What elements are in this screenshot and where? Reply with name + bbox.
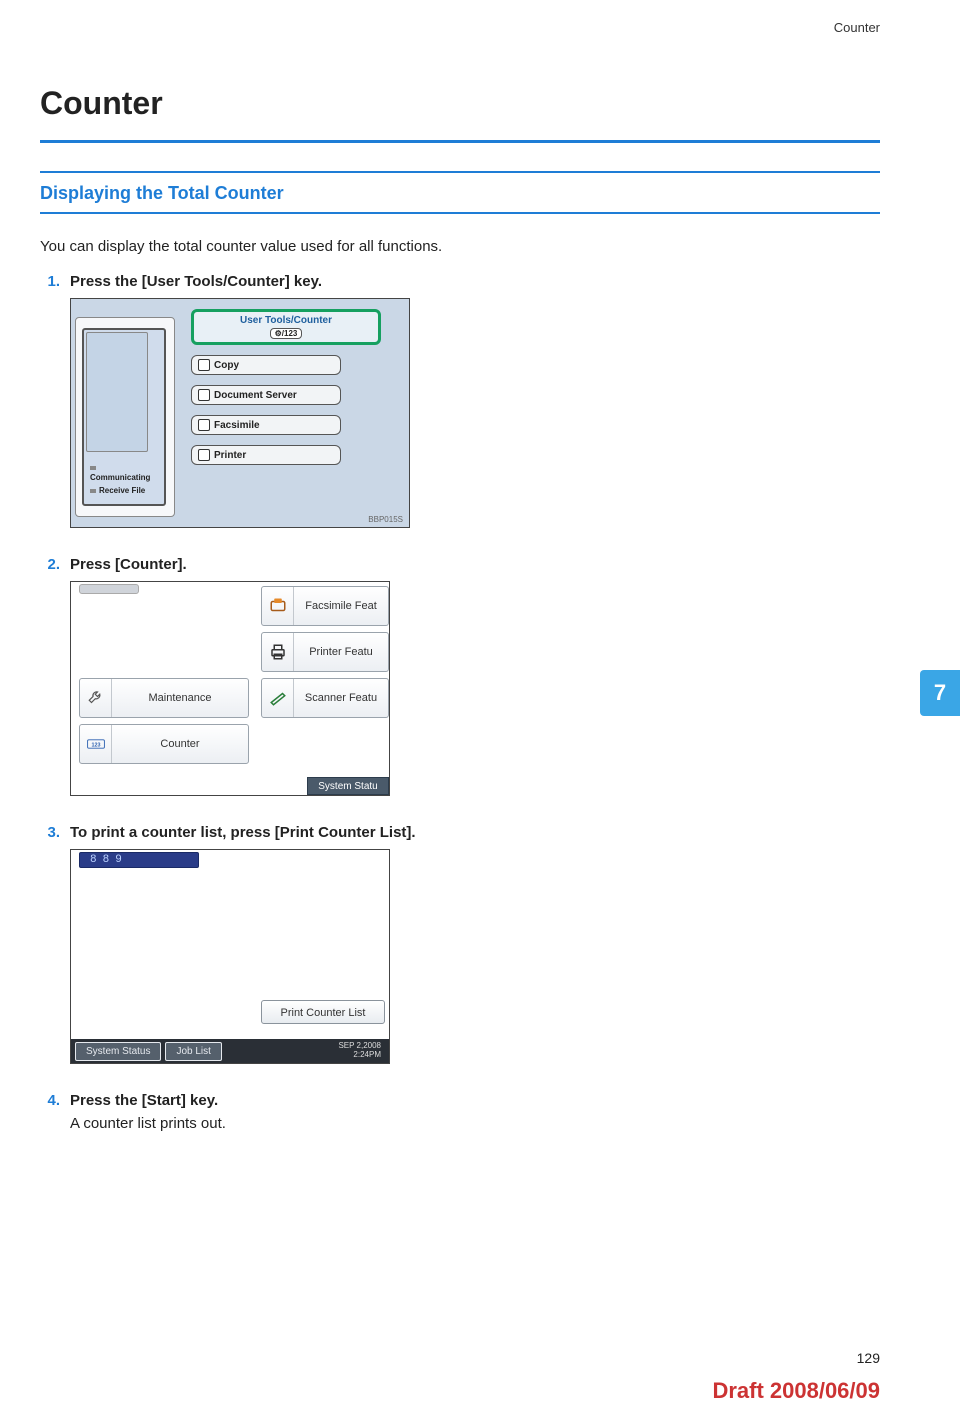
status-communicating-label: Communicating <box>90 473 150 482</box>
step-text: Press [Counter]. <box>70 556 187 573</box>
step-text: Press the [User Tools/Counter] key. <box>70 273 322 290</box>
facsimile-icon <box>262 587 294 625</box>
printer-icon <box>262 633 294 671</box>
printer-label: Printer <box>214 450 246 461</box>
system-status-bar[interactable]: System Statu <box>307 777 389 795</box>
facsimile-features-button[interactable]: Facsimile Feat <box>261 586 389 626</box>
facsimile-icon <box>198 419 210 431</box>
printer-features-button[interactable]: Printer Featu <box>261 632 389 672</box>
document-server-key[interactable]: Document Server <box>191 385 341 405</box>
section-rule-top <box>40 171 880 173</box>
page-number: 129 <box>857 1350 880 1366</box>
intro-text: You can display the total counter value … <box>40 238 880 255</box>
facsimile-label: Facsimile <box>214 420 260 431</box>
device-bezel: Communicating Receive File <box>75 317 175 517</box>
print-counter-list-button[interactable]: Print Counter List <box>261 1000 385 1024</box>
step-number: 1. <box>40 273 60 290</box>
copy-key[interactable]: Copy <box>191 355 341 375</box>
step-number: 3. <box>40 824 60 841</box>
chapter-tab: 7 <box>920 670 960 716</box>
copy-label: Copy <box>214 360 239 371</box>
counter-value: 889 <box>80 854 128 866</box>
document-server-label: Document Server <box>214 390 297 401</box>
step-subtext: A counter list prints out. <box>70 1115 880 1132</box>
status-receive-file: Receive File <box>90 486 156 496</box>
step-number: 4. <box>40 1092 60 1109</box>
status-receive-file-label: Receive File <box>99 486 145 495</box>
maintenance-label: Maintenance <box>112 692 248 704</box>
svg-text:123: 123 <box>91 742 100 748</box>
figure-print-counter: 889 Print Counter List System Status Job… <box>70 849 390 1064</box>
clock-date: SEP 2,2008 <box>338 1041 381 1050</box>
printer-icon <box>198 449 210 461</box>
scanner-features-button[interactable]: Scanner Featu <box>261 678 389 718</box>
page-title: Counter <box>40 85 880 122</box>
facsimile-key[interactable]: Facsimile <box>191 415 341 435</box>
step-text: To print a counter list, press [Print Co… <box>70 824 416 841</box>
system-status-tab[interactable]: System Status <box>75 1042 161 1061</box>
user-tools-counter-key[interactable]: User Tools/Counter ⚙/123 <box>191 309 381 345</box>
copy-icon <box>198 359 210 371</box>
wrench-icon <box>80 679 112 717</box>
figure-reference: BBP015S <box>368 515 403 524</box>
counter-button[interactable]: 123 Counter <box>79 724 249 764</box>
title-rule <box>40 140 880 143</box>
clock-display: SEP 2,2008 2:24PM <box>338 1042 381 1060</box>
bottom-bar: System Status Job List SEP 2,2008 2:24PM <box>71 1039 389 1063</box>
scanner-icon <box>262 679 294 717</box>
printer-key[interactable]: Printer <box>191 445 341 465</box>
maintenance-button[interactable]: Maintenance <box>79 678 249 718</box>
figure-control-panel: Communicating Receive File User Tools/Co… <box>70 298 410 528</box>
printer-features-label: Printer Featu <box>294 646 388 658</box>
section-heading: Displaying the Total Counter <box>40 183 880 204</box>
document-server-icon <box>198 389 210 401</box>
draft-stamp: Draft 2008/06/09 <box>712 1378 880 1404</box>
counter-display: 889 <box>79 852 199 868</box>
gear-counter-icon: ⚙/123 <box>270 328 303 339</box>
section-rule-bottom <box>40 212 880 214</box>
clock-time: 2:24PM <box>353 1050 381 1059</box>
counter-icon: 123 <box>80 725 112 763</box>
running-header: Counter <box>40 20 880 35</box>
step-text: Press the [Start] key. <box>70 1092 218 1109</box>
step-number: 2. <box>40 556 60 573</box>
job-list-tab[interactable]: Job List <box>165 1042 221 1061</box>
facsimile-features-label: Facsimile Feat <box>294 600 388 612</box>
user-tools-counter-label: User Tools/Counter <box>240 315 332 326</box>
figure-touch-menu: Facsimile Feat Printer Featu Scanner Fea… <box>70 581 390 796</box>
counter-label: Counter <box>112 738 248 750</box>
clipped-tile <box>79 584 139 594</box>
status-communicating: Communicating <box>90 463 156 482</box>
scanner-features-label: Scanner Featu <box>294 692 388 704</box>
screen-area <box>86 332 148 452</box>
